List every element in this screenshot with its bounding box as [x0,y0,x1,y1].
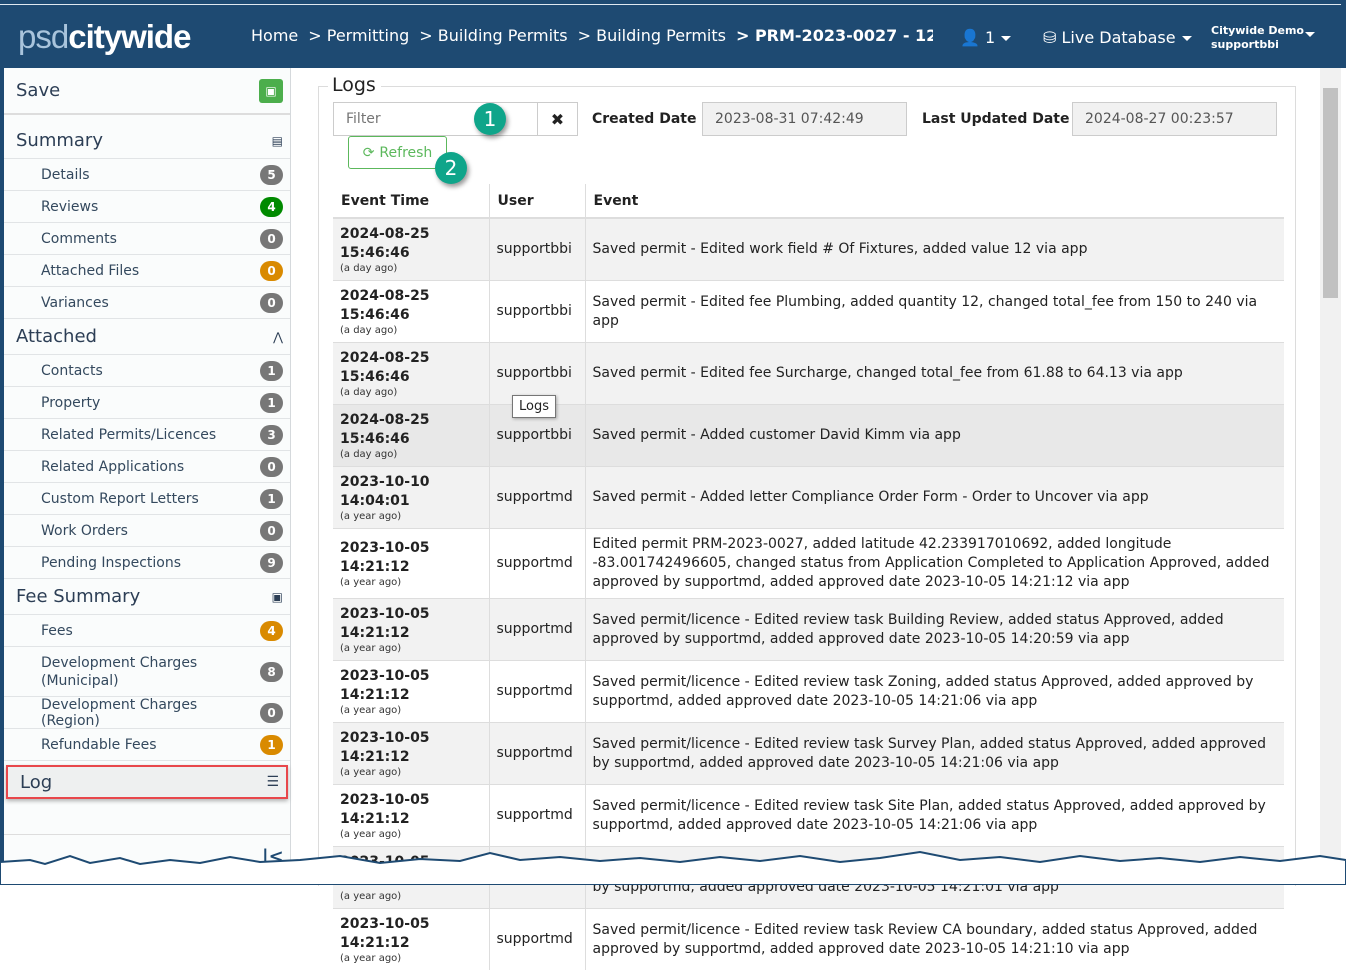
sidebar-item-log[interactable]: Log☰ [6,765,288,799]
count-badge: 9 [260,553,283,573]
caret-down-icon [1182,36,1192,41]
breadcrumb-item[interactable]: > Permitting [308,26,409,45]
money-icon: ▣ [272,590,283,604]
count-badge: 8 [260,662,283,682]
table-row[interactable]: 2023-10-05 14:21:12(a year ago)supportmd… [333,909,1284,970]
clear-filter-button[interactable]: ✖ [537,102,578,136]
sidebar-item[interactable]: Custom Report Letters1 [4,483,290,515]
sidebar-item[interactable]: Development Charges (Municipal)8 [4,647,290,697]
table-row[interactable]: 2023-10-05 14:21:12(a year ago)supportmd… [333,785,1284,847]
count-badge: 0 [260,293,283,313]
count-badge: 1 [260,361,283,381]
refresh-button[interactable]: ⟳Refresh [348,136,447,169]
breadcrumb-item[interactable]: Home [251,26,298,45]
created-date-label: Created Date [592,111,696,127]
table-row[interactable]: 2023-10-05 14:21:12(a year ago)supportmd… [333,661,1284,723]
table-row[interactable]: 2023-10-10 14:04:01(a year ago)supportmd… [333,467,1284,529]
sidebar-item[interactable]: Property1 [4,387,290,419]
logo[interactable]: psdcitywide [18,18,190,56]
sidebar-item[interactable]: Attached Files0 [4,255,290,287]
updated-date-field: 2024-08-27 00:23:57 [1072,102,1277,136]
step-marker-1: 1 [474,103,506,135]
sidebar-item[interactable]: Pending Inspections9 [4,547,290,579]
sitemap-icon: ⋀ [273,330,283,344]
breadcrumb: Home > Permitting > Building Permits > Buil… [251,26,933,45]
count-badge: 4 [260,621,283,641]
breadcrumb-item[interactable]: > PRM-2023-0027 - 1230 CROYDON [736,26,933,45]
count-badge: 0 [260,261,283,281]
sidebar-item[interactable]: Comments0 [4,223,290,255]
table-row[interactable]: 2023-10-05 14:21:12(a year ago)supportmd… [333,529,1284,599]
caret-down-icon [1305,32,1315,37]
sidebar-item[interactable]: Contacts1 [4,355,290,387]
save-row[interactable]: Save▣ [4,68,290,115]
sidebar-item[interactable]: Related Permits/Licences3 [4,419,290,451]
sidebar-item[interactable]: Development Charges (Region)0 [4,697,290,729]
caret-down-icon [1001,36,1011,41]
column-header-user[interactable]: User [489,184,585,218]
table-row[interactable]: 2024-08-25 15:46:46(a day ago)supportbbi… [333,218,1284,281]
sidebar-item[interactable]: Variances0 [4,287,290,319]
sidebar: Save▣ Summary▤Details5Reviews4Comments0A… [4,68,291,885]
count-badge: 0 [260,703,283,723]
table-row[interactable]: 2024-08-25 15:46:46(a day ago)supportbbi… [333,343,1284,405]
updated-date-label: Last Updated Date [922,111,1069,127]
main-content: Logs ✖ Created Date 2023-08-31 07:42:49 … [292,68,1320,885]
table-row[interactable]: 2024-08-25 15:46:46(a day ago)supportbbi… [333,405,1284,467]
torn-edge [0,848,1346,885]
refresh-icon: ⟳ [363,145,375,161]
user-icon: 👤 [960,28,980,47]
database-icon: ⛁ [1043,28,1056,47]
sidebar-section-summary[interactable]: Summary▤ [4,123,290,159]
list-alt-icon: ▤ [272,134,283,148]
table-row[interactable]: 2023-10-05 14:21:12(a year ago)supportmd… [333,599,1284,661]
step-marker-2: 2 [435,152,467,184]
sidebar-item[interactable]: Reviews4 [4,191,290,223]
count-badge: 5 [260,165,283,185]
breadcrumb-item[interactable]: > Building Permits [419,26,567,45]
scrollbar[interactable] [1320,68,1341,885]
database-dropdown[interactable]: ⛁ Live Database [1043,28,1192,47]
column-header-event-time[interactable]: Event Time [333,184,489,218]
created-date-field: 2023-08-31 07:42:49 [702,102,907,136]
breadcrumb-item[interactable]: > Building Permits [578,26,726,45]
count-badge: 0 [260,229,283,249]
count-badge: 0 [260,521,283,541]
count-badge: 3 [260,425,283,445]
sidebar-item[interactable]: Related Applications0 [4,451,290,483]
column-header-event[interactable]: Event [585,184,1284,218]
scrollbar-thumb[interactable] [1323,88,1338,298]
tooltip: Logs [512,395,556,418]
list-icon: ☰ [266,774,279,790]
users-dropdown[interactable]: 👤 1 [960,28,1011,47]
count-badge: 1 [260,735,283,755]
table-row[interactable]: 2023-10-05 14:21:12(a year ago)supportmd… [333,723,1284,785]
sidebar-section-fee-summary[interactable]: Fee Summary▣ [4,579,290,615]
sidebar-item[interactable]: Refundable Fees1 [4,729,290,761]
sidebar-item[interactable]: Fees4 [4,615,290,647]
count-badge: 4 [260,197,283,217]
table-row[interactable]: 2024-08-25 15:46:46(a day ago)supportbbi… [333,281,1284,343]
logs-title: Logs [328,74,381,96]
count-badge: 0 [260,457,283,477]
save-icon[interactable]: ▣ [259,79,283,103]
sidebar-section-attached[interactable]: Attached⋀ [4,319,290,355]
user-menu[interactable]: Citywide Demosupportbbi [1211,24,1304,52]
count-badge: 1 [260,393,283,413]
sidebar-item[interactable]: Work Orders0 [4,515,290,547]
filter-input[interactable] [333,102,538,136]
top-navbar: psdcitywide Home > Permitting > Building P… [0,0,1346,68]
sidebar-item[interactable]: Details5 [4,159,290,191]
count-badge: 1 [260,489,283,509]
